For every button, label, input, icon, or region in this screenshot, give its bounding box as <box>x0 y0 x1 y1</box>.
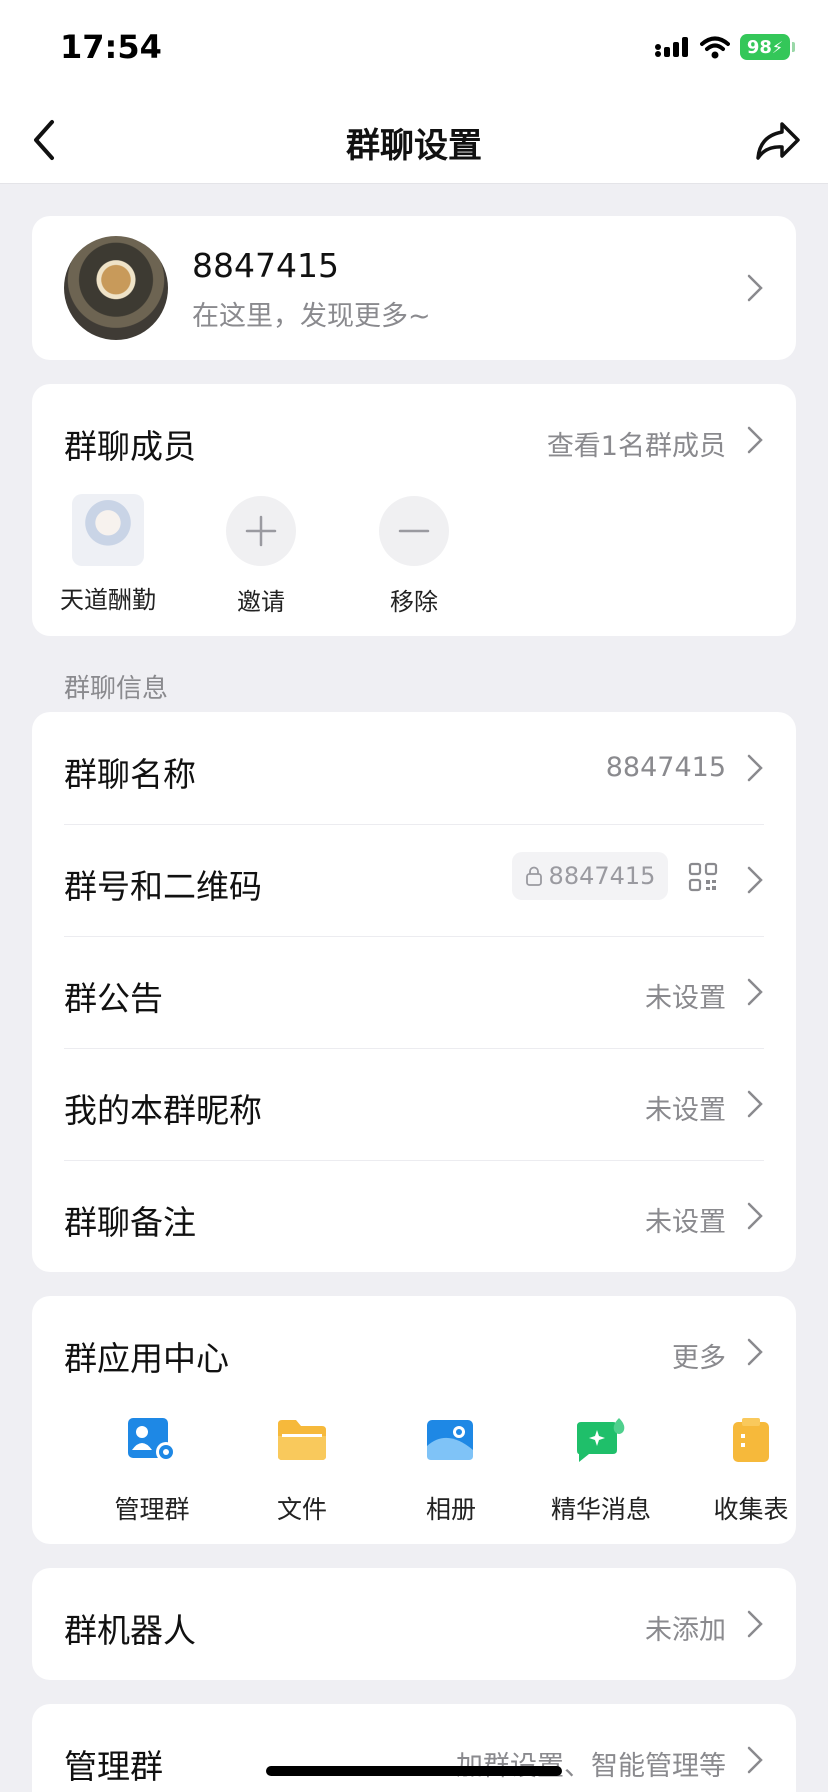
wifi-icon <box>700 36 730 59</box>
share-icon[interactable] <box>754 118 802 164</box>
app-album[interactable]: 相册 <box>381 1416 521 1526</box>
plus-icon <box>245 515 277 547</box>
form-icon <box>733 1418 769 1462</box>
group-id-pill: 8847415 <box>512 852 668 900</box>
app-label: 管理群 <box>114 1495 190 1524</box>
signal-icon <box>655 37 688 57</box>
chevron-right-icon <box>747 274 763 302</box>
navigation-bar: 群聊设置 <box>0 100 828 184</box>
chevron-right-icon <box>747 754 763 782</box>
row-label: 群聊备注 <box>64 1203 196 1242</box>
view-members-link[interactable]: 查看1名群成员 <box>547 424 726 463</box>
lock-icon <box>525 866 542 886</box>
app-label: 文件 <box>276 1495 327 1524</box>
manage-value: 加群设置、智能管理等 <box>456 1751 726 1782</box>
row-label: 我的本群昵称 <box>64 1091 262 1130</box>
row-label: 群号和二维码 <box>64 867 262 906</box>
row-value: 未设置 <box>645 1095 726 1126</box>
app-manage-group[interactable]: 管理群 <box>82 1416 222 1526</box>
group-avatar <box>64 236 168 340</box>
remove-circle <box>379 496 449 566</box>
app-essence-messages[interactable]: 精华消息 <box>531 1416 671 1526</box>
app-label: 精华消息 <box>550 1495 651 1524</box>
chevron-right-icon <box>747 426 763 454</box>
status-time: 17:54 <box>60 28 162 66</box>
apps-more-link[interactable]: 更多 <box>672 1336 726 1375</box>
group-robot-card[interactable]: 群机器人 未添加 <box>32 1568 796 1680</box>
row-value: 未设置 <box>645 1207 726 1238</box>
members-title: 群聊成员 <box>64 427 196 466</box>
row-label: 群聊名称 <box>64 755 196 794</box>
app-files[interactable]: 文件 <box>232 1416 372 1526</box>
battery-indicator: 98 ⚡ <box>740 34 795 60</box>
app-collection-form[interactable]: 收集表 <box>681 1416 821 1526</box>
member-avatar <box>72 494 144 566</box>
album-icon <box>427 1420 473 1460</box>
group-info-card: 群聊名称 8847415 群号和二维码 8847415 群公告 未设置 我的本群… <box>32 712 796 1272</box>
manage-label: 管理群 <box>64 1747 163 1786</box>
row-group-announcement[interactable]: 群公告 未设置 <box>32 936 796 1048</box>
app-label: 相册 <box>425 1495 476 1524</box>
row-group-id-qrcode[interactable]: 群号和二维码 8847415 <box>32 824 796 936</box>
chevron-right-icon <box>747 1202 763 1230</box>
charging-bolt-icon: ⚡ <box>771 37 784 57</box>
group-header-card[interactable]: 8847415 在这里，发现更多~ <box>32 216 796 360</box>
group-name: 8847415 <box>192 246 339 285</box>
manage-group-icon <box>128 1418 176 1462</box>
group-apps-card: 群应用中心 更多 管理群 文件 相册 精华消息 收集表 <box>32 1296 796 1544</box>
minus-icon <box>398 529 430 533</box>
page-title: 群聊设置 <box>346 126 482 166</box>
chevron-right-icon <box>747 1746 763 1774</box>
chevron-right-icon <box>747 1610 763 1638</box>
folder-icon <box>278 1420 326 1460</box>
robot-value: 未添加 <box>645 1615 726 1646</box>
remove-button[interactable]: 移除 <box>359 496 469 617</box>
member-item[interactable]: 天道酬勤 <box>53 494 163 615</box>
status-bar: 17:54 98 ⚡ <box>0 0 828 100</box>
chevron-right-icon <box>747 1338 763 1366</box>
invite-button[interactable]: 邀请 <box>206 496 316 617</box>
home-indicator <box>266 1766 562 1776</box>
invite-label: 邀请 <box>237 588 285 616</box>
row-label: 群公告 <box>64 979 163 1018</box>
status-icons: 98 ⚡ <box>654 34 795 60</box>
section-label-group-info: 群聊信息 <box>64 674 169 704</box>
app-label: 收集表 <box>713 1495 789 1524</box>
invite-circle <box>226 496 296 566</box>
group-members-card: 群聊成员 查看1名群成员 天道酬勤 邀请 移除 <box>32 384 796 636</box>
group-id-value: 8847415 <box>548 862 656 890</box>
remove-label: 移除 <box>390 588 438 616</box>
qr-code-icon <box>688 862 718 892</box>
chevron-right-icon <box>747 866 763 894</box>
manage-group-card[interactable]: 管理群 加群设置、智能管理等 <box>32 1704 796 1792</box>
member-name: 天道酬勤 <box>60 586 156 614</box>
row-group-name[interactable]: 群聊名称 8847415 <box>32 712 796 824</box>
essence-message-icon <box>577 1418 625 1462</box>
row-value: 8847415 <box>605 752 726 783</box>
chevron-right-icon <box>747 978 763 1006</box>
chevron-right-icon <box>747 1090 763 1118</box>
row-my-group-nickname[interactable]: 我的本群昵称 未设置 <box>32 1048 796 1160</box>
battery-level: 98 <box>746 36 772 58</box>
row-value: 未设置 <box>645 983 726 1014</box>
group-subtitle: 在这里，发现更多~ <box>192 301 431 332</box>
robot-label: 群机器人 <box>64 1611 196 1650</box>
row-group-remark[interactable]: 群聊备注 未设置 <box>32 1160 796 1272</box>
apps-title: 群应用中心 <box>64 1339 229 1378</box>
